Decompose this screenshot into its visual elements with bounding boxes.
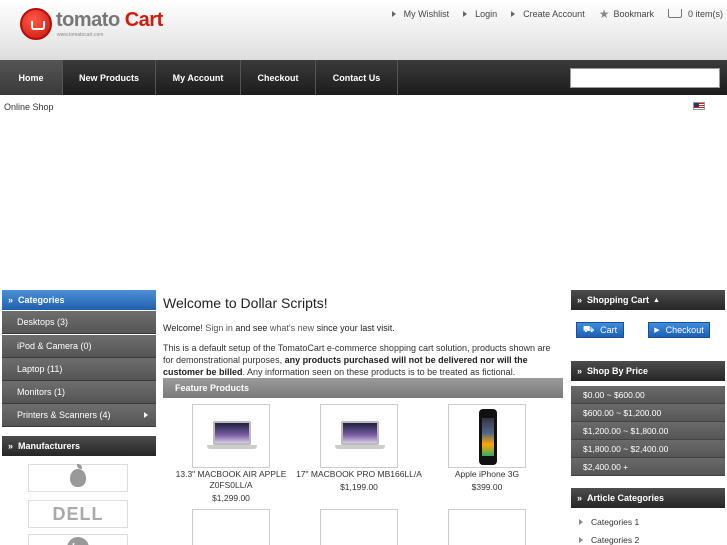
double-chevron-icon: » bbox=[8, 441, 14, 451]
product-price: $1,199.00 bbox=[340, 482, 378, 492]
manufacturers-header: » Manufacturers bbox=[2, 436, 156, 456]
star-icon: ★ bbox=[598, 7, 610, 21]
whats-new-link[interactable]: what's new bbox=[270, 323, 314, 333]
price-range-4[interactable]: $1,800.00 ~ $2,400.00 bbox=[571, 440, 725, 458]
create-account-link[interactable]: Create Account bbox=[511, 9, 585, 19]
header: tomato Cart www.tomatocart.com My Wishli… bbox=[0, 0, 727, 60]
logo-icon bbox=[20, 8, 52, 40]
price-range-2[interactable]: $600.00 ~ $1,200.00 bbox=[571, 404, 725, 422]
arrow-right-icon bbox=[391, 11, 396, 17]
arrow-right-icon bbox=[511, 11, 516, 17]
checkout-button[interactable]: ▶ Checkout bbox=[648, 322, 710, 338]
us-flag-icon[interactable] bbox=[693, 102, 705, 110]
arrow-right-icon bbox=[463, 11, 468, 17]
hp-logo: hp bbox=[67, 537, 89, 545]
submenu-arrow-icon bbox=[144, 412, 148, 418]
laptop-image bbox=[207, 421, 257, 449]
article-category-2[interactable]: Categories 2 bbox=[571, 531, 725, 545]
bookmark-link[interactable]: ★ Bookmark bbox=[598, 7, 654, 21]
arrow-right-icon bbox=[579, 537, 583, 543]
price-range-3[interactable]: $1,200.00 ~ $1,800.00 bbox=[571, 422, 725, 440]
product-image-macbook-air[interactable] bbox=[192, 404, 270, 468]
apple-logo-icon bbox=[70, 464, 86, 487]
manufacturer-hp[interactable]: hp bbox=[28, 534, 128, 545]
category-desktops[interactable]: Desktops (3) bbox=[2, 311, 156, 334]
page-title: Welcome to Dollar Scripts! bbox=[163, 295, 328, 311]
site-logo[interactable]: tomato Cart www.tomatocart.com bbox=[20, 8, 180, 40]
manufacturer-apple[interactable] bbox=[28, 464, 128, 492]
product-image-macbook-pro[interactable] bbox=[320, 404, 398, 468]
arrow-right-icon bbox=[579, 519, 583, 525]
article-category-1[interactable]: Categories 1 bbox=[571, 513, 725, 531]
intro-text: This is a default setup of the TomatoCar… bbox=[163, 343, 551, 377]
product-image-camera[interactable] bbox=[192, 509, 270, 545]
product-name[interactable]: 13.3" MACBOOK AIR APPLE Z0FS0LL/A bbox=[166, 469, 296, 491]
feature-products-header: Feature Products bbox=[163, 378, 563, 398]
collapse-icon[interactable]: ▲ bbox=[653, 297, 660, 304]
nav-my-account[interactable]: My Account bbox=[156, 60, 241, 95]
top-links: My Wishlist Login Create Account ★ Bookma… bbox=[378, 8, 723, 20]
sign-in-link[interactable]: Sign in bbox=[205, 323, 233, 333]
laptop-image bbox=[335, 421, 385, 449]
cart-button[interactable]: ⛟ Cart bbox=[576, 322, 624, 338]
product-image-iphone[interactable] bbox=[448, 404, 526, 468]
category-monitors[interactable]: Monitors (1) bbox=[2, 381, 156, 404]
dell-logo: DELL bbox=[52, 503, 104, 524]
wishlist-link[interactable]: My Wishlist bbox=[391, 9, 449, 19]
product-image-desktop[interactable] bbox=[320, 509, 398, 545]
logo-subtitle: www.tomatocart.com bbox=[57, 32, 104, 38]
cart-link[interactable]: 0 item(s) bbox=[667, 8, 723, 19]
phone-image bbox=[479, 409, 497, 465]
login-link[interactable]: Login bbox=[463, 9, 497, 19]
double-chevron-icon: » bbox=[577, 493, 583, 503]
article-categories-header: » Article Categories bbox=[571, 488, 725, 508]
double-chevron-icon: » bbox=[577, 366, 583, 376]
price-range-5[interactable]: $2,400.00 + bbox=[571, 458, 725, 476]
logo-text: tomato Cart bbox=[56, 9, 163, 31]
price-range-1[interactable]: $0.00 ~ $600.00 bbox=[571, 386, 725, 404]
product-image-laptop[interactable] bbox=[448, 509, 526, 545]
cart-icon bbox=[667, 8, 682, 18]
categories-header: » Categories bbox=[2, 290, 156, 310]
manufacturer-dell[interactable]: DELL bbox=[28, 500, 128, 528]
nav-new-products[interactable]: New Products bbox=[63, 60, 156, 95]
nav-home[interactable]: Home bbox=[0, 60, 63, 95]
breadcrumb[interactable]: Online Shop bbox=[4, 102, 54, 112]
product-name[interactable]: Apple iPhone 3G bbox=[422, 469, 552, 480]
product-name[interactable]: 17" MACBOOK PRO MB166LL/A bbox=[294, 469, 424, 480]
nav-contact-us[interactable]: Contact Us bbox=[316, 60, 398, 95]
play-icon: ▶ bbox=[654, 327, 660, 334]
welcome-text: Welcome! Sign in and see what's new sinc… bbox=[163, 323, 395, 333]
category-printers-scanners[interactable]: Printers & Scanners (4) bbox=[2, 404, 156, 427]
search-input[interactable] bbox=[570, 68, 720, 88]
shop-by-price-header: » Shop By Price bbox=[571, 361, 725, 381]
cart-icon: ⛟ bbox=[582, 324, 595, 334]
product-price: $1,299.00 bbox=[212, 493, 250, 503]
product-price: $399.00 bbox=[471, 482, 503, 492]
double-chevron-icon: » bbox=[577, 295, 583, 305]
double-chevron-icon: » bbox=[8, 295, 14, 305]
category-laptop[interactable]: Laptop (11) bbox=[2, 358, 156, 381]
nav-checkout[interactable]: Checkout bbox=[241, 60, 316, 95]
category-ipod-camera[interactable]: iPod & Camera (0) bbox=[2, 335, 156, 358]
shopping-cart-header: » Shopping Cart ▲ bbox=[571, 290, 725, 310]
